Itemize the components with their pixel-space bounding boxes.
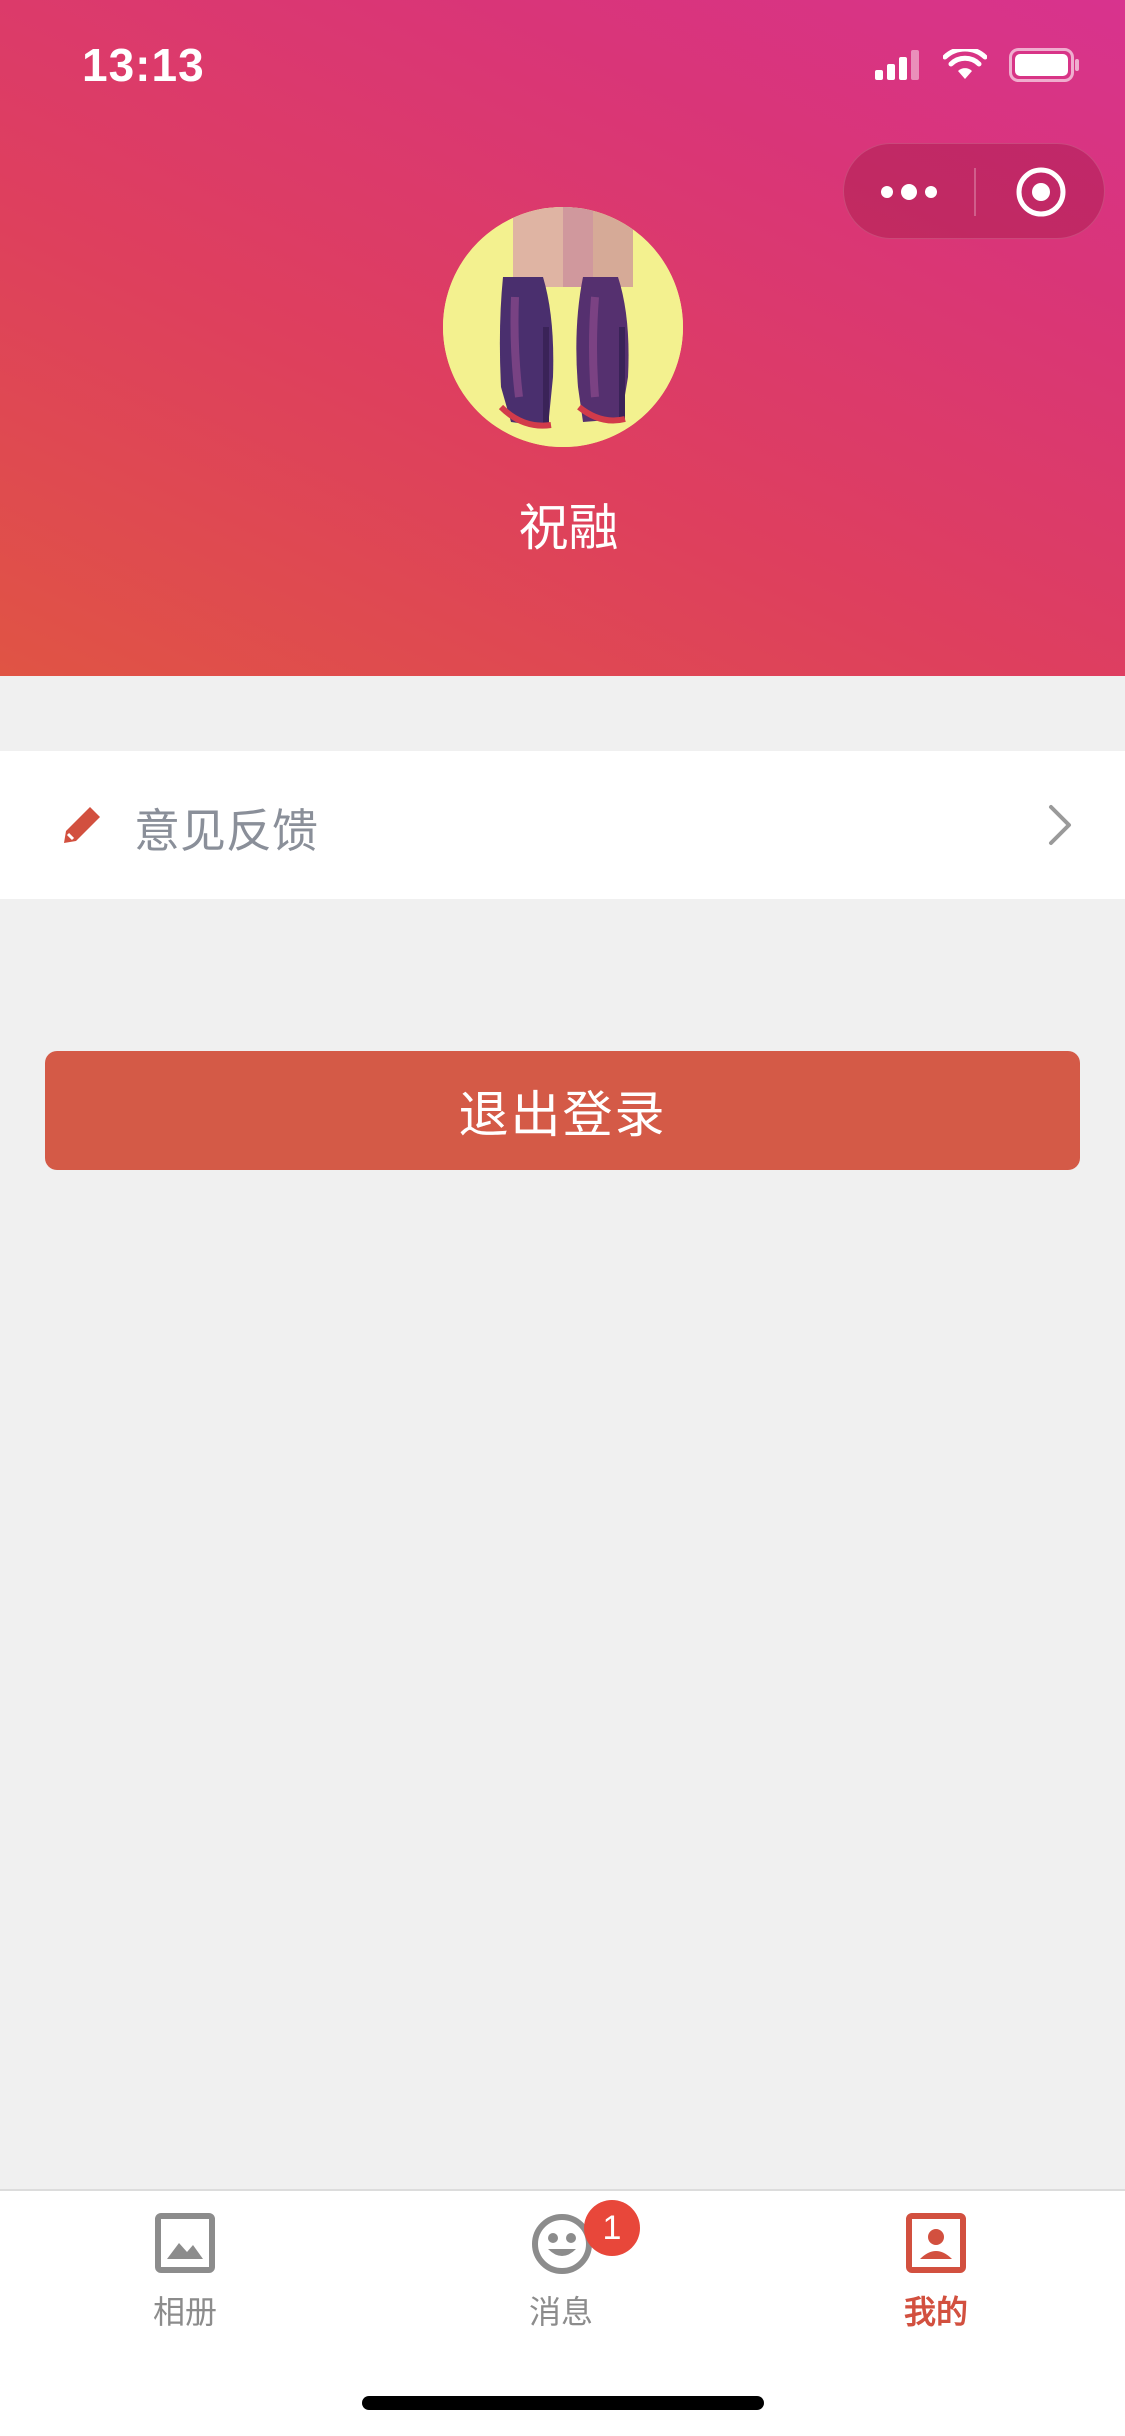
album-icon	[155, 2213, 215, 2273]
miniprogram-capsule	[843, 143, 1105, 239]
feedback-menu-item[interactable]: 意见反馈	[0, 751, 1125, 899]
chevron-right-icon	[1049, 805, 1071, 845]
profile-icon	[906, 2213, 966, 2273]
username: 祝融	[518, 499, 619, 557]
high-heels-image	[443, 207, 683, 447]
status-indicators	[875, 48, 1081, 82]
message-badge: 1	[584, 2200, 640, 2256]
close-miniprogram-button[interactable]	[976, 144, 1106, 240]
target-icon	[1016, 167, 1066, 217]
status-time: 13:13	[82, 39, 205, 91]
tab-album[interactable]: 相册	[85, 2203, 285, 2333]
more-button[interactable]	[844, 144, 974, 240]
home-indicator	[362, 2396, 764, 2410]
logout-button[interactable]: 退出登录	[45, 1051, 1080, 1170]
signal-icon	[875, 50, 919, 80]
more-dots-icon	[881, 184, 937, 200]
battery-icon	[1009, 48, 1079, 82]
wifi-icon	[943, 49, 987, 79]
tab-messages-label: 消息	[528, 2293, 593, 2331]
avatar[interactable]	[443, 207, 683, 447]
tab-album-label: 相册	[152, 2293, 217, 2331]
feedback-label: 意见反馈	[134, 804, 318, 858]
tab-profile-label: 我的	[903, 2293, 968, 2331]
tab-profile[interactable]: 我的	[836, 2203, 1036, 2333]
pencil-icon	[64, 807, 100, 843]
